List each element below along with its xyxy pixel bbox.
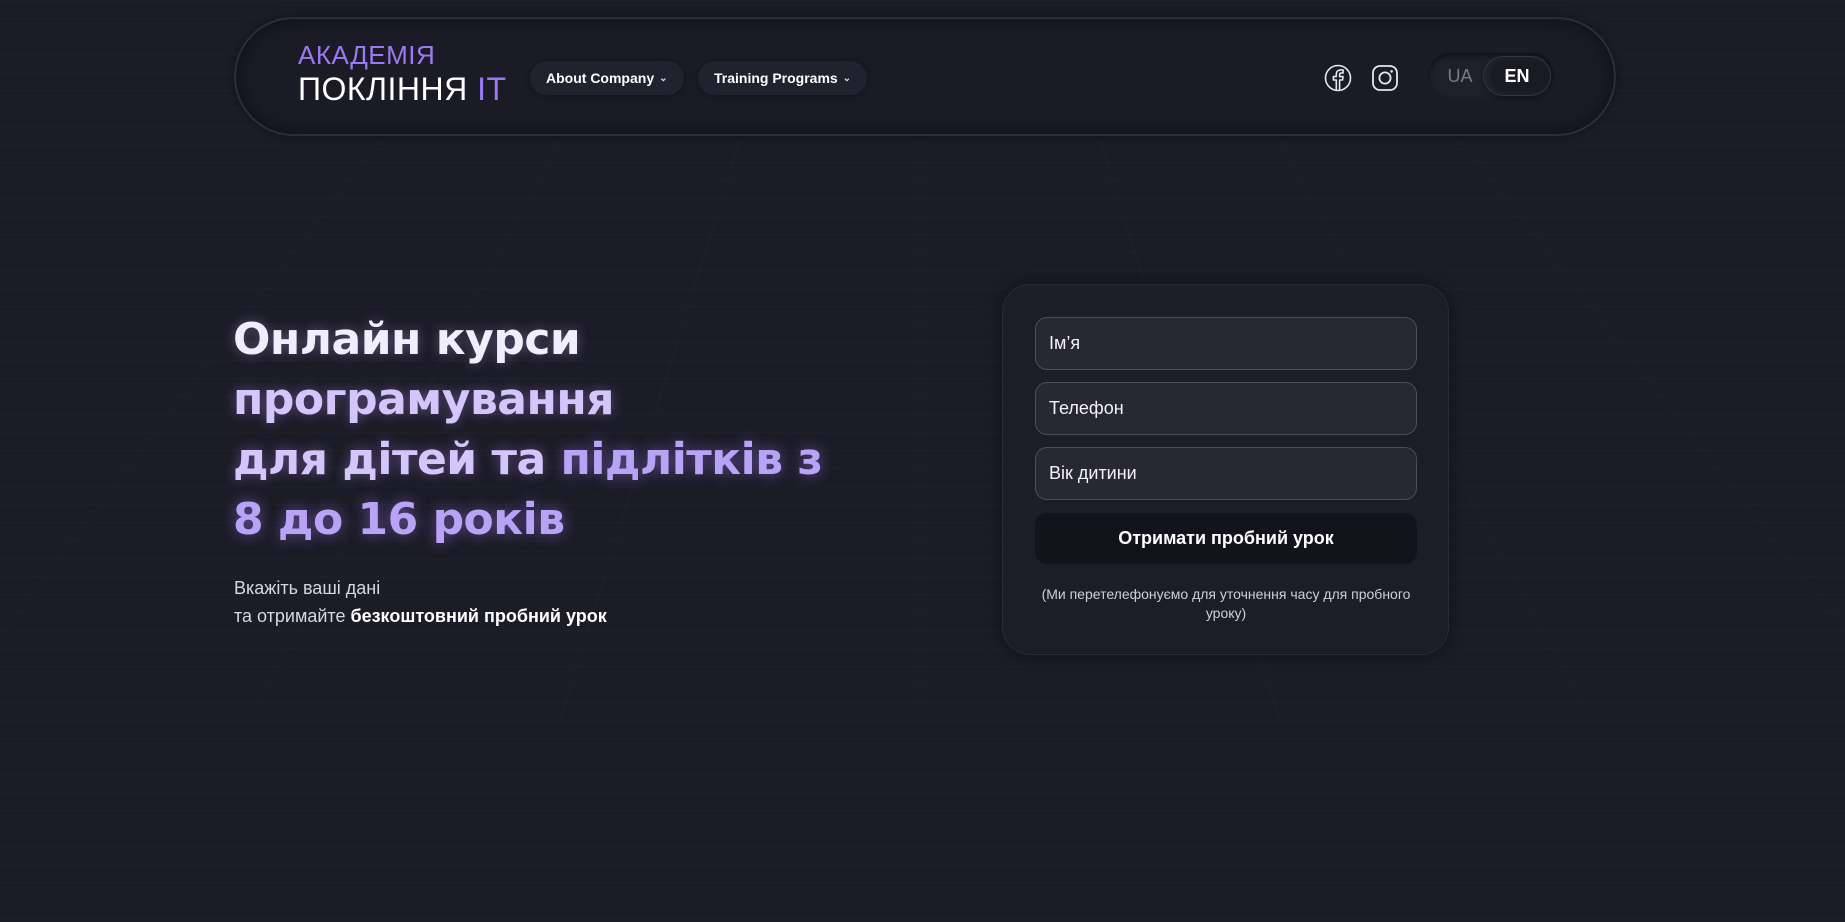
language-option-ua[interactable]: UA	[1434, 57, 1486, 95]
trial-lesson-form: Отримати пробний урок (Ми перетелефонуєм…	[1002, 284, 1449, 655]
form-note: (Ми перетелефонуємо для уточнення часу д…	[1041, 586, 1411, 621]
phone-field[interactable]	[1035, 382, 1417, 435]
nav-about-company[interactable]: About Company ⌄	[530, 61, 684, 95]
logo-line2: ПОКЛІННЯ IT	[298, 71, 507, 108]
site-header: АКАДЕМІЯ ПОКЛІННЯ IT About Company ⌄ Tra…	[234, 17, 1616, 136]
hero-title-line3-accent: підлітків з	[560, 434, 823, 485]
logo-line2-accent: IT	[477, 70, 507, 107]
chevron-down-icon: ⌄	[842, 72, 852, 84]
logo-line1: АКАДЕМІЯ	[298, 40, 436, 70]
child-age-field[interactable]	[1035, 447, 1417, 500]
hero-subtitle-line2: та отримайте безкоштовний пробний урок	[234, 602, 607, 630]
nav-training-programs-label: Training Programs	[714, 70, 838, 86]
hero-subtitle: Вкажіть ваші дані та отримайте безкоштов…	[234, 574, 607, 630]
hero-title-line2: програмування	[233, 374, 615, 425]
page: АКАДЕМІЯ ПОКЛІННЯ IT About Company ⌄ Tra…	[0, 0, 1845, 922]
hero-title: Онлайн курси програмування для дітей та …	[233, 310, 823, 550]
instagram-icon[interactable]	[1370, 63, 1400, 93]
nav-training-programs[interactable]: Training Programs ⌄	[698, 61, 868, 95]
language-option-en[interactable]: EN	[1484, 57, 1550, 95]
nav-about-company-label: About Company	[546, 70, 655, 86]
hero-title-line4: 8 до 16 років	[233, 494, 565, 545]
logo[interactable]: АКАДЕМІЯ ПОКЛІННЯ IT	[298, 40, 507, 108]
hero-subtitle-prefix: та отримайте	[234, 606, 351, 626]
hero-title-line3: для дітей та підлітків з	[233, 430, 823, 490]
facebook-icon[interactable]	[1323, 63, 1353, 93]
get-trial-lesson-button[interactable]: Отримати пробний урок	[1035, 513, 1417, 564]
hero-subtitle-line1: Вкажіть ваші дані	[234, 578, 381, 598]
language-toggle: UA EN	[1428, 53, 1554, 99]
hero-title-line1: Онлайн курси	[233, 314, 581, 365]
logo-line2-main: ПОКЛІННЯ	[298, 70, 468, 107]
chevron-down-icon: ⌄	[659, 72, 668, 84]
hero-title-line3-start: для дітей та	[233, 434, 561, 485]
name-field[interactable]	[1035, 317, 1417, 370]
hero-subtitle-highlight: безкоштовний пробний урок	[350, 606, 607, 626]
